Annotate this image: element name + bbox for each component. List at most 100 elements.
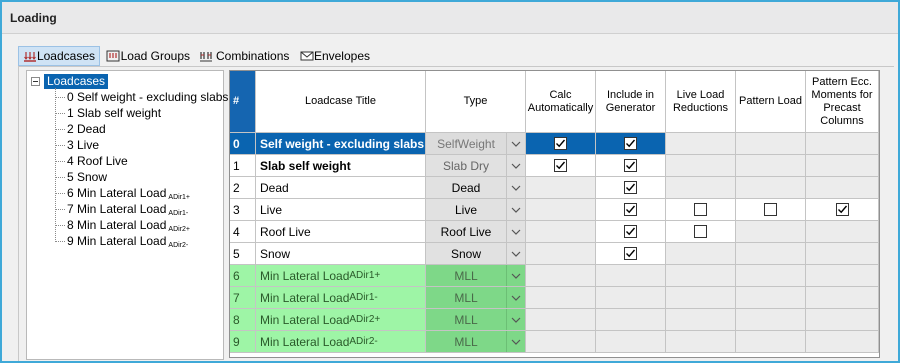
checked-checkbox[interactable] — [624, 137, 637, 150]
checked-checkbox[interactable] — [624, 181, 637, 194]
row-index[interactable]: 1 — [230, 155, 256, 177]
loadcase-title-cell[interactable]: Roof Live — [256, 221, 426, 243]
table-row[interactable]: 0 Self weight - excluding slabs SelfWeight — [230, 133, 879, 155]
checked-checkbox[interactable] — [554, 159, 567, 172]
header-pattern-load[interactable]: Pattern Load — [736, 71, 806, 133]
chevron-down-icon[interactable] — [506, 199, 525, 220]
type-select[interactable]: SelfWeight — [426, 133, 526, 155]
row-index[interactable]: 9 — [230, 331, 256, 353]
type-select[interactable]: Slab Dry — [426, 155, 526, 177]
type-select[interactable]: MLL — [426, 287, 526, 309]
type-select[interactable]: Roof Live — [426, 221, 526, 243]
tree-item[interactable]: 8 Min Lateral Load ADir2+ — [55, 217, 190, 233]
chevron-down-icon[interactable] — [506, 309, 525, 330]
checked-checkbox[interactable] — [835, 203, 849, 216]
chevron-down-icon[interactable] — [506, 265, 525, 286]
tab-load-groups[interactable]: Load Groups — [102, 46, 194, 66]
table-row[interactable]: 3 Live Live — [230, 199, 879, 221]
checked-checkbox[interactable] — [624, 203, 637, 216]
table-row[interactable]: 9 Min Lateral Load ADir2- MLL — [230, 331, 879, 353]
tree-item[interactable]: 0 Self weight - excluding slabs — [55, 89, 228, 105]
live-cell[interactable] — [666, 199, 736, 221]
loadcase-title-cell[interactable]: Slab self weight — [256, 155, 426, 177]
unchecked-checkbox[interactable] — [694, 203, 707, 216]
table-row[interactable]: 5 Snow Snow — [230, 243, 879, 265]
type-select[interactable]: Snow — [426, 243, 526, 265]
loadcase-title-cell[interactable]: Min Lateral Load ADir1- — [256, 287, 426, 309]
loadcase-title-cell[interactable]: Min Lateral Load ADir2- — [256, 331, 426, 353]
row-index[interactable]: 0 — [230, 133, 256, 155]
tab-combinations[interactable]: Combinations — [195, 46, 295, 66]
header-type[interactable]: Type — [426, 71, 526, 133]
tab-envelopes[interactable]: Envelopes — [296, 46, 374, 66]
header-index[interactable]: # — [230, 71, 256, 133]
tab-loadcases[interactable]: Loadcases — [18, 46, 100, 66]
tree-item[interactable]: 2 Dead — [55, 121, 106, 137]
tree-item[interactable]: 4 Roof Live — [55, 153, 128, 169]
gen-cell[interactable] — [596, 133, 666, 155]
type-select[interactable]: Live — [426, 199, 526, 221]
tree-item[interactable]: 7 Min Lateral Load ADir1- — [55, 201, 188, 217]
row-index[interactable]: 6 — [230, 265, 256, 287]
header-pattern-ecc-moments[interactable]: Pattern Ecc. Moments for Precast Columns — [806, 71, 879, 133]
tree-root-label[interactable]: Loadcases — [44, 73, 109, 89]
loadcase-title-cell[interactable]: Self weight - excluding slabs — [256, 133, 426, 155]
loadcase-title-cell[interactable]: Dead — [256, 177, 426, 199]
calc-cell[interactable] — [526, 155, 596, 177]
unchecked-checkbox[interactable] — [764, 203, 777, 216]
checked-checkbox[interactable] — [624, 225, 637, 238]
loadcase-tree[interactable]: Loadcases 0 Self weight - excluding slab… — [26, 70, 228, 360]
tree-item[interactable]: 1 Slab self weight — [55, 105, 161, 121]
gen-cell[interactable] — [596, 243, 666, 265]
chevron-down-icon[interactable] — [506, 155, 525, 176]
row-index[interactable]: 8 — [230, 309, 256, 331]
ecc-cell[interactable] — [806, 199, 879, 221]
tree-item[interactable]: 3 Live — [55, 137, 99, 153]
type-select[interactable]: MLL — [426, 265, 526, 287]
checked-checkbox[interactable] — [554, 137, 567, 150]
chevron-down-icon[interactable] — [506, 133, 525, 154]
checked-checkbox[interactable] — [624, 159, 637, 172]
type-select[interactable]: MLL — [426, 331, 526, 353]
gen-cell[interactable] — [596, 155, 666, 177]
chevron-down-icon[interactable] — [506, 331, 525, 352]
chevron-down-icon[interactable] — [506, 287, 525, 308]
table-row[interactable]: 7 Min Lateral Load ADir1- MLL — [230, 287, 879, 309]
gen-cell[interactable] — [596, 199, 666, 221]
chevron-down-icon[interactable] — [506, 221, 525, 242]
header-calc-automatically[interactable]: Calc Automatically — [526, 71, 596, 133]
chevron-down-icon[interactable] — [506, 243, 525, 264]
calc-cell[interactable] — [526, 133, 596, 155]
loadcase-title-cell[interactable]: Snow — [256, 243, 426, 265]
loadcase-title-cell[interactable]: Live — [256, 199, 426, 221]
tree-item[interactable]: 9 Min Lateral Load ADir2- — [55, 233, 188, 249]
table-row[interactable]: 8 Min Lateral Load ADir2+ MLL — [230, 309, 879, 331]
row-index[interactable]: 4 — [230, 221, 256, 243]
table-row[interactable]: 4 Roof Live Roof Live — [230, 221, 879, 243]
table-row[interactable]: 1 Slab self weight Slab Dry — [230, 155, 879, 177]
gen-cell[interactable] — [596, 221, 666, 243]
table-row[interactable]: 6 Min Lateral Load ADir1+ MLL — [230, 265, 879, 287]
tree-root[interactable]: Loadcases — [29, 73, 109, 89]
checked-checkbox[interactable] — [624, 247, 637, 260]
collapse-icon[interactable] — [31, 76, 40, 86]
type-select[interactable]: MLL — [426, 309, 526, 331]
row-index[interactable]: 2 — [230, 177, 256, 199]
unchecked-checkbox[interactable] — [694, 225, 707, 238]
type-select[interactable]: Dead — [426, 177, 526, 199]
tree-item[interactable]: 5 Snow — [55, 169, 107, 185]
header-include-in-generator[interactable]: Include in Generator — [596, 71, 666, 133]
pattern-cell[interactable] — [736, 199, 806, 221]
live-cell[interactable] — [666, 221, 736, 243]
tree-item[interactable]: 6 Min Lateral Load ADir1+ — [55, 185, 190, 201]
chevron-down-icon[interactable] — [506, 177, 525, 198]
header-live-load-reductions[interactable]: Live Load Reductions — [666, 71, 736, 133]
gen-cell[interactable] — [596, 177, 666, 199]
table-row[interactable]: 2 Dead Dead — [230, 177, 879, 199]
header-loadcase-title[interactable]: Loadcase Title — [256, 71, 426, 133]
loadcase-title-cell[interactable]: Min Lateral Load ADir1+ — [256, 265, 426, 287]
row-index[interactable]: 7 — [230, 287, 256, 309]
row-index[interactable]: 5 — [230, 243, 256, 265]
loadcase-title-cell[interactable]: Min Lateral Load ADir2+ — [256, 309, 426, 331]
row-index[interactable]: 3 — [230, 199, 256, 221]
